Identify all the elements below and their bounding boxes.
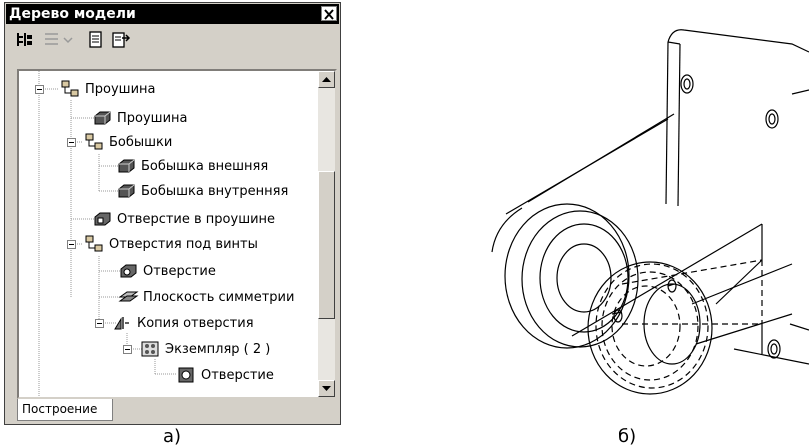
document-export-button[interactable]	[110, 30, 132, 50]
tree-item-group[interactable]: Бобышки	[83, 130, 172, 154]
instance-icon	[141, 341, 159, 357]
extrusion-icon	[118, 184, 135, 198]
caption-a: а)	[163, 426, 182, 447]
collapse-toggle[interactable]	[67, 138, 76, 147]
extrusion-icon	[118, 159, 135, 173]
operation-group-icon	[85, 133, 103, 150]
tree-item-label: Отверстие	[143, 263, 216, 279]
collapse-toggle[interactable]	[95, 319, 104, 328]
tree-item[interactable]: Плоскость симметрии	[117, 285, 294, 309]
document-export-icon	[112, 32, 131, 48]
hole-icon	[178, 367, 194, 383]
tree-item[interactable]: Экземпляр ( 2 )	[139, 337, 270, 361]
plane-icon	[118, 291, 139, 302]
scroll-thumb[interactable]	[318, 171, 335, 319]
tree-item-label: Бобышка внутренняя	[141, 183, 289, 199]
close-icon	[324, 9, 334, 20]
tree-item-label: Бобышка внешняя	[141, 158, 269, 174]
tree-item-label: Проушина	[85, 81, 156, 97]
document-button[interactable]	[84, 30, 106, 50]
tree-item-label: Отверстие	[201, 367, 274, 383]
tree-item-label: Экземпляр ( 2 )	[165, 341, 271, 357]
tree-item[interactable]: Копия отверстия	[111, 311, 254, 335]
model-tree-panel: Дерево модели Проушина Проушина Бобышки …	[4, 2, 341, 425]
vertical-scrollbar[interactable]	[318, 71, 335, 397]
tree-structure-button[interactable]	[14, 30, 36, 50]
hole-icon	[120, 264, 137, 278]
tree-item[interactable]: Проушина	[91, 106, 187, 130]
tree-structure-icon	[17, 33, 32, 46]
tree-item-label: Отверстия под винты	[109, 236, 258, 252]
collapse-toggle[interactable]	[67, 240, 76, 249]
list-options-button[interactable]	[42, 30, 76, 50]
scroll-up-button[interactable]	[318, 71, 335, 88]
tree-item-label: Плоскость симметрии	[143, 289, 295, 305]
tree-item[interactable]: Отверстие	[175, 363, 274, 387]
list-icon	[45, 33, 73, 45]
panel-titlebar: Дерево модели	[6, 4, 339, 24]
arrow-down-icon	[322, 386, 331, 391]
tree-item[interactable]: Бобышка внутренняя	[115, 179, 288, 203]
panel-toolbar	[6, 26, 339, 54]
close-button[interactable]	[321, 6, 337, 21]
extrusion-icon	[94, 111, 111, 125]
collapse-toggle[interactable]	[35, 85, 44, 94]
tree-item-label: Бобышки	[109, 134, 173, 150]
cut-extrusion-icon	[94, 212, 111, 226]
document-icon	[89, 31, 102, 48]
operation-group-icon	[61, 80, 79, 97]
tree-item-group[interactable]: Отверстия под винты	[83, 232, 258, 256]
tree-item-label: Отверстие в проушине	[117, 211, 276, 227]
collapse-toggle[interactable]	[123, 345, 132, 354]
part-3d-drawing	[491, 29, 809, 395]
model-tree: Проушина Проушина Бобышки Бобышка внешня…	[17, 69, 337, 399]
tree-item-label: Проушина	[117, 110, 188, 126]
tree-item[interactable]: Отверстие в проушине	[91, 207, 275, 231]
caption-b: б)	[618, 426, 637, 447]
tree-item[interactable]: Бобышка внешняя	[115, 154, 268, 178]
panel-title: Дерево модели	[9, 6, 136, 22]
operation-group-icon	[85, 235, 103, 252]
mirror-copy-icon	[114, 317, 129, 330]
tree-item[interactable]: Отверстие	[117, 259, 216, 283]
tree-item-group[interactable]: Проушина	[59, 77, 155, 101]
scroll-down-button[interactable]	[318, 380, 335, 397]
arrow-up-icon	[322, 77, 331, 82]
tab-build[interactable]: Построение	[17, 399, 113, 421]
tree-item-label: Копия отверстия	[137, 315, 254, 331]
